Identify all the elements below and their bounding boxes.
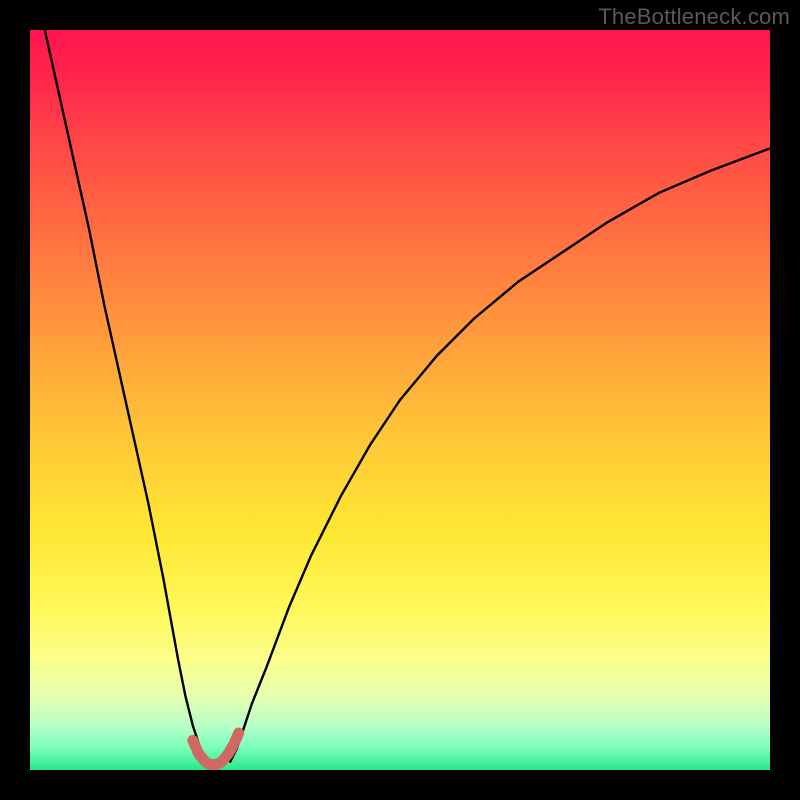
curve-left-branch [45, 30, 208, 763]
watermark-text: TheBottleneck.com [598, 4, 790, 30]
curve-right-branch [230, 148, 770, 762]
curve-layer [30, 30, 770, 770]
plot-area [30, 30, 770, 770]
chart-frame: TheBottleneck.com [0, 0, 800, 800]
